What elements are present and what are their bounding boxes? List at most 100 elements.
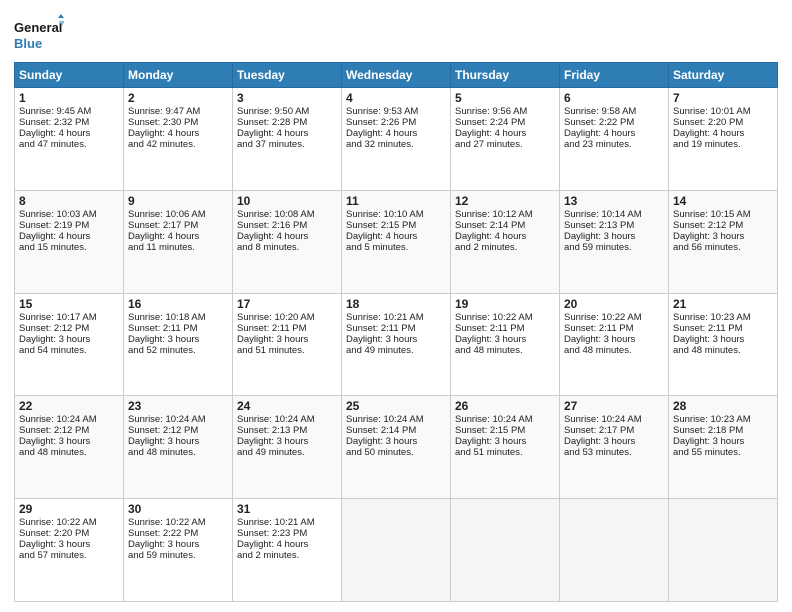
day-number: 14	[673, 194, 773, 208]
calendar-day-header: Thursday	[451, 63, 560, 88]
day-info-line: Sunrise: 10:23 AM	[673, 312, 773, 323]
day-info-line: Sunset: 2:12 PM	[19, 425, 119, 436]
day-number: 4	[346, 91, 446, 105]
day-info-line: Sunset: 2:16 PM	[237, 220, 337, 231]
day-number: 9	[128, 194, 228, 208]
day-info-line: Daylight: 4 hours	[237, 231, 337, 242]
day-number: 24	[237, 399, 337, 413]
day-info-line: Daylight: 4 hours	[19, 231, 119, 242]
day-number: 18	[346, 297, 446, 311]
day-info-line: and 37 minutes.	[237, 139, 337, 150]
day-info-line: Sunset: 2:17 PM	[564, 425, 664, 436]
calendar-cell: 2Sunrise: 9:47 AMSunset: 2:30 PMDaylight…	[124, 88, 233, 191]
calendar-day-header: Monday	[124, 63, 233, 88]
day-info-line: Daylight: 3 hours	[673, 436, 773, 447]
day-info-line: and 53 minutes.	[564, 447, 664, 458]
day-number: 8	[19, 194, 119, 208]
day-info-line: Daylight: 3 hours	[564, 436, 664, 447]
day-info-line: Sunset: 2:12 PM	[19, 323, 119, 334]
day-number: 15	[19, 297, 119, 311]
calendar-cell: 20Sunrise: 10:22 AMSunset: 2:11 PMDaylig…	[560, 293, 669, 396]
calendar-cell: 11Sunrise: 10:10 AMSunset: 2:15 PMDaylig…	[342, 190, 451, 293]
day-number: 31	[237, 502, 337, 516]
day-number: 28	[673, 399, 773, 413]
calendar-cell: 26Sunrise: 10:24 AMSunset: 2:15 PMDaylig…	[451, 396, 560, 499]
calendar-cell: 3Sunrise: 9:50 AMSunset: 2:28 PMDaylight…	[233, 88, 342, 191]
day-info-line: Sunset: 2:11 PM	[237, 323, 337, 334]
calendar-cell: 6Sunrise: 9:58 AMSunset: 2:22 PMDaylight…	[560, 88, 669, 191]
day-number: 2	[128, 91, 228, 105]
calendar-cell: 17Sunrise: 10:20 AMSunset: 2:11 PMDaylig…	[233, 293, 342, 396]
day-number: 25	[346, 399, 446, 413]
calendar-cell: 18Sunrise: 10:21 AMSunset: 2:11 PMDaylig…	[342, 293, 451, 396]
page: General Blue SundayMondayTuesdayWednesda…	[0, 0, 792, 612]
day-info-line: Sunrise: 9:58 AM	[564, 106, 664, 117]
day-info-line: Daylight: 3 hours	[128, 334, 228, 345]
day-info-line: Sunset: 2:20 PM	[673, 117, 773, 128]
day-info-line: and 51 minutes.	[455, 447, 555, 458]
day-info-line: Sunset: 2:28 PM	[237, 117, 337, 128]
day-info-line: Sunrise: 10:22 AM	[128, 517, 228, 528]
calendar-cell: 27Sunrise: 10:24 AMSunset: 2:17 PMDaylig…	[560, 396, 669, 499]
day-info-line: Sunset: 2:11 PM	[564, 323, 664, 334]
calendar-cell	[669, 499, 778, 602]
day-info-line: Daylight: 4 hours	[346, 231, 446, 242]
day-number: 26	[455, 399, 555, 413]
day-info-line: Daylight: 3 hours	[128, 539, 228, 550]
day-info-line: Daylight: 3 hours	[237, 436, 337, 447]
day-number: 30	[128, 502, 228, 516]
day-info-line: Sunrise: 10:23 AM	[673, 414, 773, 425]
calendar-day-header: Friday	[560, 63, 669, 88]
day-number: 13	[564, 194, 664, 208]
calendar-cell: 22Sunrise: 10:24 AMSunset: 2:12 PMDaylig…	[15, 396, 124, 499]
day-info-line: and 51 minutes.	[237, 345, 337, 356]
calendar-cell: 19Sunrise: 10:22 AMSunset: 2:11 PMDaylig…	[451, 293, 560, 396]
calendar-day-header: Tuesday	[233, 63, 342, 88]
calendar-day-header: Sunday	[15, 63, 124, 88]
day-info-line: and 19 minutes.	[673, 139, 773, 150]
calendar-week-row: 1Sunrise: 9:45 AMSunset: 2:32 PMDaylight…	[15, 88, 778, 191]
day-info-line: Daylight: 3 hours	[19, 334, 119, 345]
day-info-line: Sunrise: 10:08 AM	[237, 209, 337, 220]
day-number: 21	[673, 297, 773, 311]
day-info-line: Daylight: 4 hours	[455, 231, 555, 242]
day-info-line: Daylight: 3 hours	[673, 334, 773, 345]
day-info-line: and 55 minutes.	[673, 447, 773, 458]
day-info-line: and 57 minutes.	[19, 550, 119, 561]
day-info-line: Sunset: 2:12 PM	[128, 425, 228, 436]
day-info-line: Daylight: 4 hours	[237, 128, 337, 139]
day-info-line: and 32 minutes.	[346, 139, 446, 150]
svg-text:General: General	[14, 20, 62, 35]
day-info-line: Daylight: 3 hours	[455, 334, 555, 345]
day-info-line: and 11 minutes.	[128, 242, 228, 253]
calendar-week-row: 29Sunrise: 10:22 AMSunset: 2:20 PMDaylig…	[15, 499, 778, 602]
day-info-line: Daylight: 3 hours	[455, 436, 555, 447]
calendar-cell: 25Sunrise: 10:24 AMSunset: 2:14 PMDaylig…	[342, 396, 451, 499]
day-info-line: Daylight: 3 hours	[19, 539, 119, 550]
calendar-table: SundayMondayTuesdayWednesdayThursdayFrid…	[14, 62, 778, 602]
logo: General Blue	[14, 14, 64, 56]
day-info-line: and 8 minutes.	[237, 242, 337, 253]
day-info-line: Sunset: 2:15 PM	[346, 220, 446, 231]
day-info-line: Sunrise: 10:21 AM	[346, 312, 446, 323]
calendar-cell: 13Sunrise: 10:14 AMSunset: 2:13 PMDaylig…	[560, 190, 669, 293]
day-info-line: and 48 minutes.	[128, 447, 228, 458]
day-info-line: Sunrise: 10:24 AM	[564, 414, 664, 425]
day-info-line: and 5 minutes.	[346, 242, 446, 253]
svg-text:Blue: Blue	[14, 36, 42, 51]
day-info-line: Sunrise: 9:47 AM	[128, 106, 228, 117]
day-info-line: Daylight: 4 hours	[128, 128, 228, 139]
day-info-line: Sunset: 2:18 PM	[673, 425, 773, 436]
day-info-line: Sunset: 2:17 PM	[128, 220, 228, 231]
day-info-line: Sunrise: 10:24 AM	[346, 414, 446, 425]
day-info-line: Daylight: 3 hours	[346, 436, 446, 447]
day-info-line: Sunset: 2:32 PM	[19, 117, 119, 128]
day-info-line: Sunrise: 10:24 AM	[19, 414, 119, 425]
calendar-cell: 9Sunrise: 10:06 AMSunset: 2:17 PMDayligh…	[124, 190, 233, 293]
calendar-cell: 30Sunrise: 10:22 AMSunset: 2:22 PMDaylig…	[124, 499, 233, 602]
day-info-line: Sunset: 2:22 PM	[564, 117, 664, 128]
calendar-cell: 29Sunrise: 10:22 AMSunset: 2:20 PMDaylig…	[15, 499, 124, 602]
calendar-cell: 7Sunrise: 10:01 AMSunset: 2:20 PMDayligh…	[669, 88, 778, 191]
day-info-line: and 2 minutes.	[455, 242, 555, 253]
calendar-week-row: 8Sunrise: 10:03 AMSunset: 2:19 PMDayligh…	[15, 190, 778, 293]
